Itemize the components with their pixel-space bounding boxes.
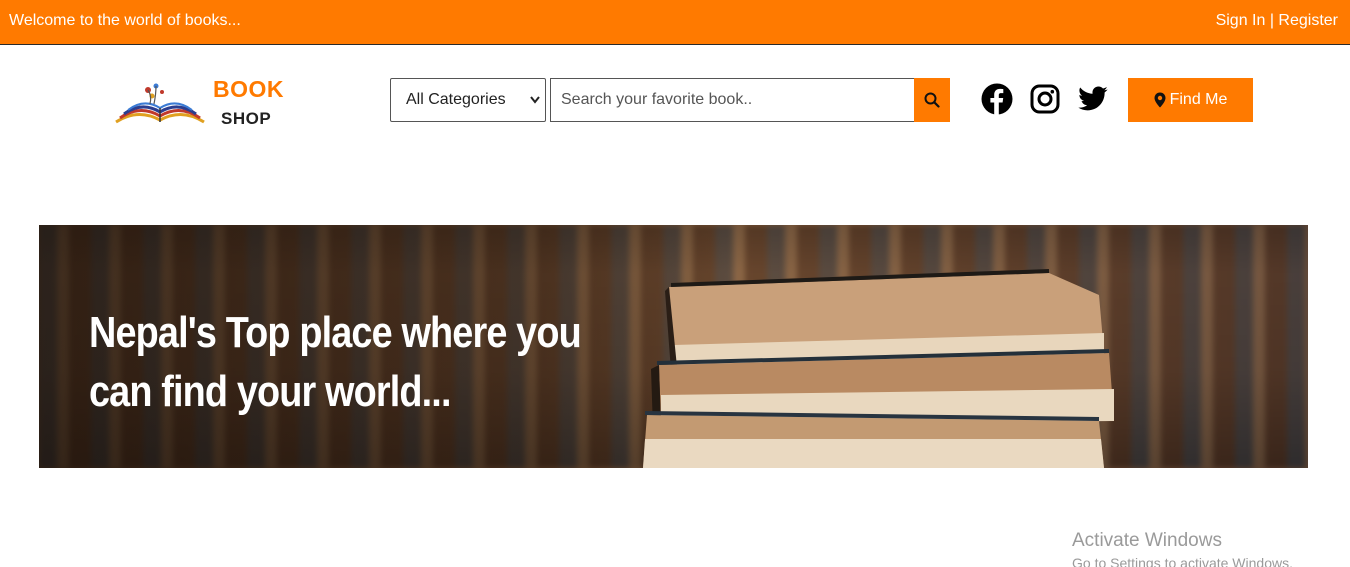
- banner-headline: Nepal's Top place where you can find you…: [89, 308, 582, 416]
- search-button[interactable]: [914, 78, 950, 122]
- instagram-icon[interactable]: [1029, 83, 1061, 115]
- search-input[interactable]: [550, 78, 915, 122]
- search-icon: [924, 92, 940, 108]
- auth-separator: |: [1265, 12, 1279, 29]
- welcome-message: Welcome to the world of books...: [9, 12, 241, 29]
- map-marker-icon: [1154, 92, 1166, 108]
- facebook-icon[interactable]: [981, 83, 1013, 115]
- top-bar: Welcome to the world of books... Sign In…: [0, 0, 1350, 45]
- find-me-label: Find Me: [1169, 91, 1228, 108]
- category-selected-value: All Categories: [406, 91, 506, 108]
- category-select[interactable]: All Categories: [390, 78, 546, 122]
- auth-links: Sign In | Register: [1216, 12, 1338, 30]
- logo-text-primary: BOOK: [213, 76, 284, 102]
- twitter-icon[interactable]: [1077, 83, 1109, 115]
- site-logo[interactable]: BOOK SHOP: [112, 74, 302, 134]
- chevron-down-icon: [529, 79, 541, 138]
- activate-windows-title: Activate Windows: [1072, 530, 1222, 551]
- register-link[interactable]: Register: [1278, 12, 1338, 29]
- hero-banner: Nepal's Top place where you can find you…: [39, 225, 1308, 468]
- open-book-icon: [115, 83, 205, 124]
- logo-text-secondary: SHOP: [221, 109, 272, 128]
- find-me-button[interactable]: Find Me: [1128, 78, 1253, 122]
- sign-in-link[interactable]: Sign In: [1216, 12, 1266, 29]
- book-stack-illustration: [643, 269, 1114, 468]
- activate-windows-subtitle: Go to Settings to activate Windows.: [1072, 555, 1293, 567]
